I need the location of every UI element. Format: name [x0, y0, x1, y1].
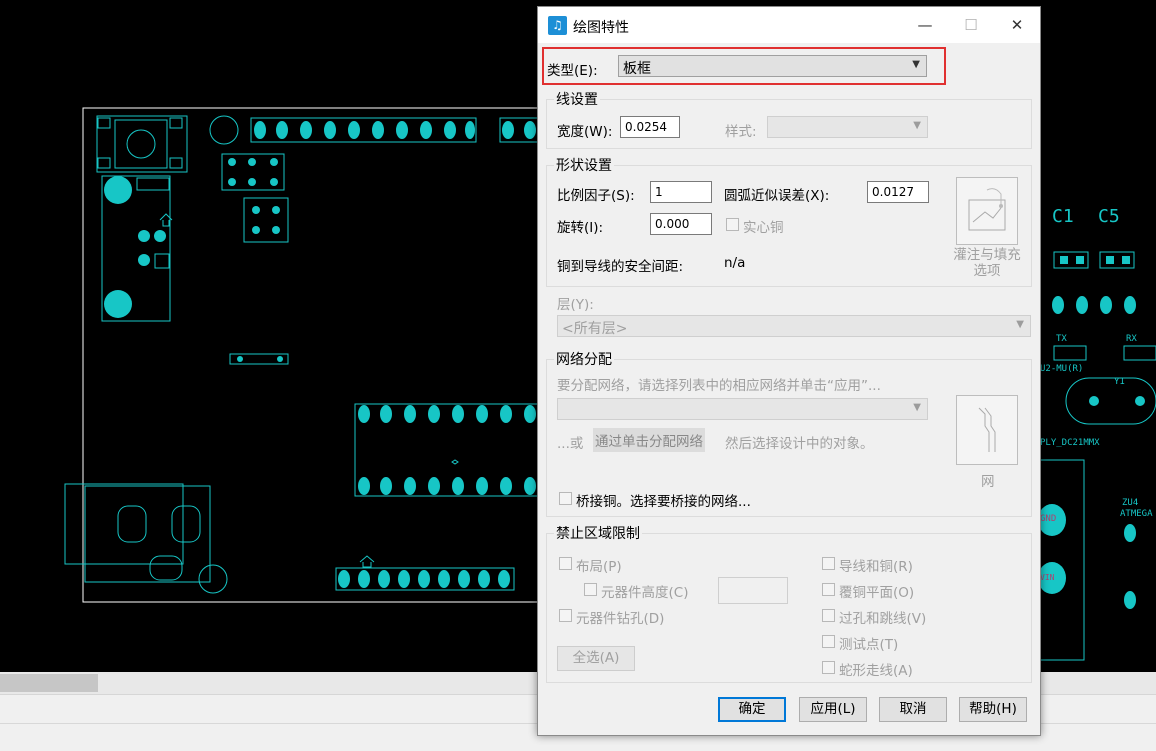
bridge-copper-checkbox[interactable] — [559, 492, 572, 505]
maximize-button[interactable]: ☐ — [948, 7, 994, 43]
keepout-testpoint-checkbox[interactable] — [822, 635, 835, 648]
net-assignment-title: 网络分配 — [554, 349, 614, 369]
clearance-label: 铜到导线的安全间距: — [557, 259, 684, 275]
close-button[interactable]: ✕ — [994, 7, 1040, 43]
keepout-vias-checkbox[interactable] — [822, 609, 835, 622]
solid-copper-checkbox[interactable] — [726, 218, 739, 231]
keepout-serpentine-checkbox[interactable] — [822, 661, 835, 674]
apply-button[interactable]: 应用(L) — [799, 697, 867, 722]
help-button[interactable]: 帮助(H) — [959, 697, 1027, 722]
solid-copper-label: 实心铜 — [743, 220, 784, 236]
keepout-drill-label: 元器件钻孔(D) — [576, 611, 665, 627]
net-then-text: 然后选择设计中的对象。 — [725, 436, 874, 452]
pcb-label-rx: RX — [1126, 334, 1137, 344]
keepout-height-checkbox[interactable] — [584, 583, 597, 596]
net-select[interactable]: ▼ — [557, 398, 928, 420]
app-icon: ♫ — [548, 16, 567, 35]
scale-label: 比例因子(S): — [557, 188, 635, 204]
pcb-label-y1: Y1 — [1114, 377, 1125, 387]
chevron-down-icon: ▼ — [1016, 319, 1024, 330]
net-button-label: 网 — [981, 474, 995, 490]
clearance-value: n/a — [724, 255, 746, 271]
type-select[interactable]: 板框 ▼ — [618, 55, 927, 77]
arc-error-input[interactable]: 0.0127 — [867, 181, 929, 203]
dialog-title: 绘图特性 — [573, 20, 629, 36]
fill-options-label: 灌注与填充 选项 — [953, 247, 1021, 279]
keepout-testpoint-label: 测试点(T) — [839, 637, 899, 653]
pour-fill-icon — [968, 188, 1006, 231]
drawing-properties-dialog: ♫ 绘图特性 — ☐ ✕ 类型(E): 板框 ▼ 线设置 宽度(W): 0.02… — [537, 6, 1041, 736]
pcb-label-dc: PLY_DC21MMX — [1040, 438, 1100, 448]
keepout-height-input[interactable] — [718, 577, 788, 604]
keepout-vias-label: 过孔和跳线(V) — [839, 611, 927, 627]
pcb-label-vin: VIN — [1040, 573, 1055, 582]
type-label: 类型(E): — [547, 63, 598, 79]
keepout-traces-checkbox[interactable] — [822, 557, 835, 570]
dialog-titlebar[interactable]: ♫ 绘图特性 — ☐ ✕ — [538, 7, 1040, 43]
pcb-label-zu4: ZU4 — [1122, 498, 1139, 508]
layer-label: 层(Y): — [557, 297, 594, 313]
bridge-copper-label: 桥接铜。选择要桥接的网络... — [576, 494, 751, 510]
type-value: 板框 — [623, 61, 651, 77]
pcb-label-tx: TX — [1056, 334, 1067, 344]
layer-select[interactable]: <所有层> ▼ — [557, 315, 1031, 337]
minimize-button[interactable]: — — [902, 7, 948, 43]
keepout-height-label: 元器件高度(C) — [601, 585, 689, 601]
net-button[interactable] — [956, 395, 1018, 465]
layer-value: <所有层> — [562, 321, 628, 337]
cancel-button[interactable]: 取消 — [879, 697, 947, 722]
width-label: 宽度(W): — [557, 124, 613, 140]
keepout-placement-checkbox[interactable] — [559, 557, 572, 570]
keepout-placement-label: 布局(P) — [576, 559, 622, 575]
pcb-label-c1: C1 — [1052, 206, 1074, 227]
click-assign-net-button[interactable]: 通过单击分配网络 — [593, 428, 705, 452]
scrollbar-thumb[interactable] — [0, 674, 98, 692]
keepout-drill-checkbox[interactable] — [559, 609, 572, 622]
net-hint-text: 要分配网络，请选择列表中的相应网络并单击“应用”... — [557, 378, 881, 394]
pcb-label-u2: U2-MU(R) — [1040, 364, 1084, 374]
net-icon — [978, 407, 996, 452]
width-input[interactable]: 0.0254 — [620, 116, 680, 138]
keepout-traces-label: 导线和铜(R) — [839, 559, 913, 575]
chevron-down-icon: ▼ — [913, 402, 921, 413]
style-select[interactable]: ▼ — [767, 116, 928, 138]
chevron-down-icon: ▼ — [912, 59, 920, 70]
keepout-title: 禁止区域限制 — [554, 523, 642, 543]
net-or-text: ...或 — [557, 436, 584, 452]
fill-options-button[interactable] — [956, 177, 1018, 245]
pcb-label-atmega: ATMEGA — [1120, 509, 1153, 519]
keepout-plane-checkbox[interactable] — [822, 583, 835, 596]
keepout-serpentine-label: 蛇形走线(A) — [839, 663, 913, 679]
ok-button[interactable]: 确定 — [718, 697, 786, 722]
rotate-label: 旋转(I): — [557, 220, 604, 236]
style-label: 样式: — [725, 124, 757, 140]
select-all-button[interactable]: 全选(A) — [557, 646, 635, 671]
scale-input[interactable]: 1 — [650, 181, 712, 203]
pcb-label-c5: C5 — [1098, 206, 1120, 227]
shape-settings-title: 形状设置 — [554, 155, 614, 175]
line-settings-title: 线设置 — [554, 89, 600, 109]
pcb-label-gnd: GND — [1040, 514, 1057, 524]
keepout-plane-label: 覆铜平面(O) — [839, 585, 915, 601]
chevron-down-icon: ▼ — [913, 120, 921, 131]
arc-error-label: 圆弧近似误差(X): — [724, 188, 830, 204]
rotate-input[interactable]: 0.000 — [650, 213, 712, 235]
